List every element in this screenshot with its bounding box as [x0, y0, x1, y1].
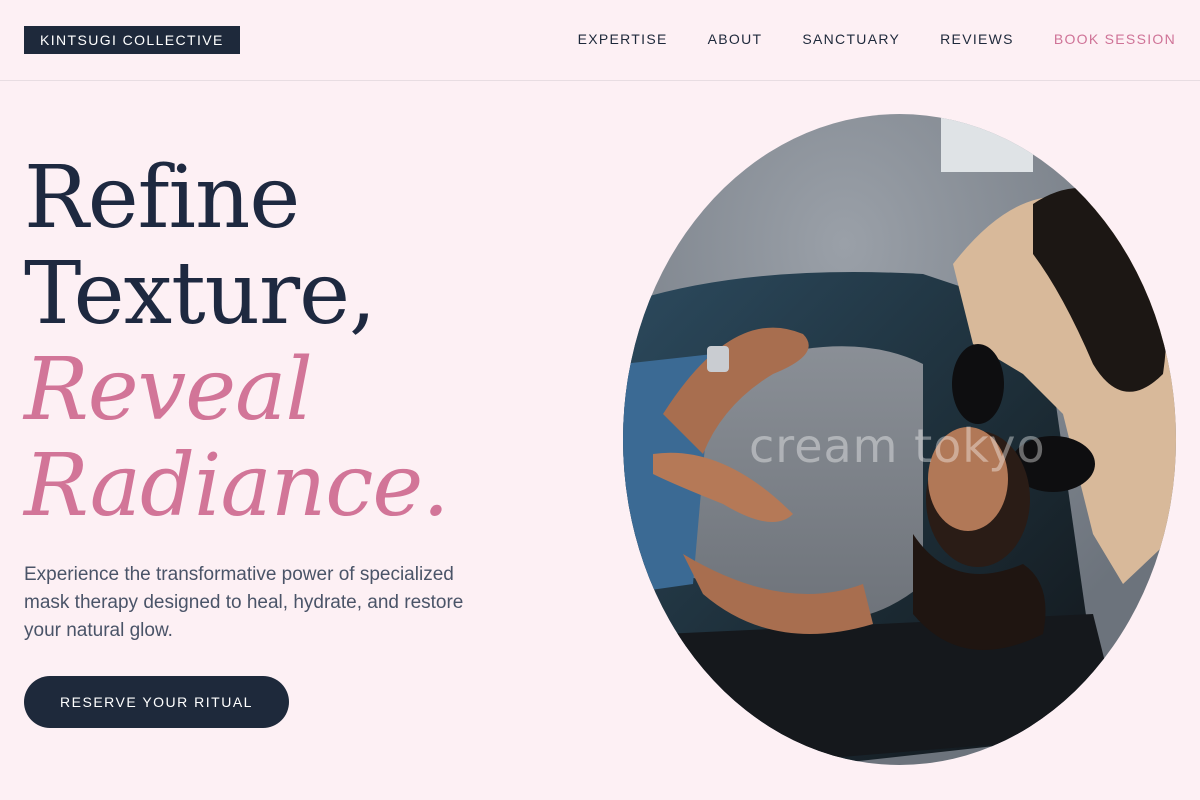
nav-link-expertise[interactable]: EXPERTISE — [578, 30, 668, 48]
reserve-ritual-button[interactable]: RESERVE YOUR RITUAL — [24, 676, 289, 728]
headline-line-3: Reveal — [24, 340, 313, 440]
nav-link-reviews[interactable]: REVIEWS — [940, 30, 1014, 48]
image-watermark: cream tokyo — [749, 419, 1046, 473]
nav-link-book-session[interactable]: BOOK SESSION — [1054, 30, 1176, 48]
hero-image: cream tokyo — [623, 114, 1176, 765]
brand-logo[interactable]: KINTSUGI COLLECTIVE — [24, 26, 240, 54]
main-nav: EXPERTISE ABOUT SANCTUARY REVIEWS BOOK S… — [538, 30, 1176, 48]
site-header: KINTSUGI COLLECTIVE EXPERTISE ABOUT SANC… — [0, 0, 1200, 81]
headline-line-1: Refine — [24, 148, 300, 248]
nav-link-about[interactable]: ABOUT — [708, 30, 763, 48]
nav-link-sanctuary[interactable]: SANCTUARY — [802, 30, 900, 48]
hero-description: Experience the transformative power of s… — [24, 564, 464, 641]
headline-line-2: Texture, — [24, 244, 376, 344]
hero-headline: Refine Texture, Reveal Radiance. — [24, 148, 450, 536]
headline-line-4: Radiance. — [24, 436, 450, 536]
